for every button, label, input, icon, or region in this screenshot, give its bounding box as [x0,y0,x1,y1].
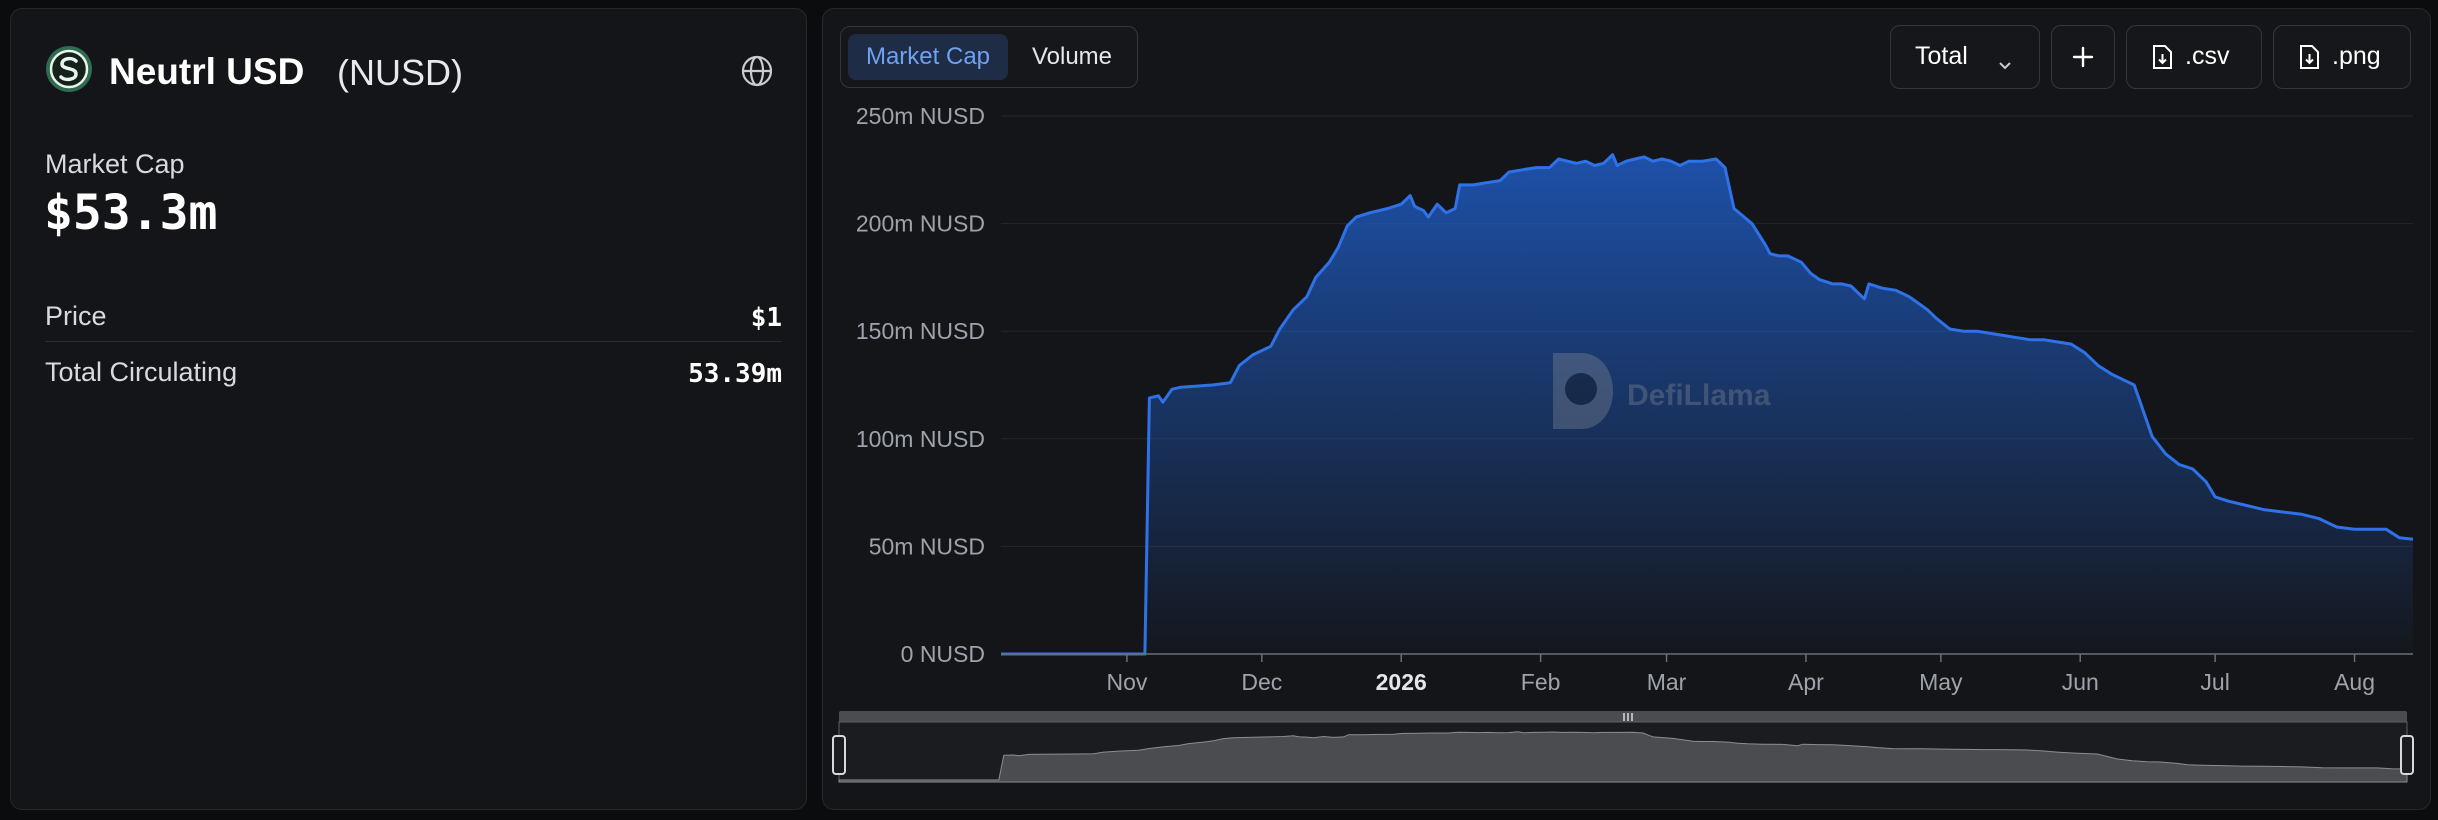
y-tick-label: 150m NUSD [856,318,985,344]
watermark-text: DefiLlama [1627,379,1771,412]
x-tick-label: Dec [1241,669,1282,695]
coin-info-panel: Neutrl USD (NUSD) Market Cap $53.3m Pric… [10,8,807,810]
neutrl-logo-icon [45,45,93,93]
price-label: Price [45,301,107,331]
globe-icon[interactable] [739,53,775,89]
coin-symbol: (NUSD) [337,52,463,93]
y-tick-label: 200m NUSD [856,211,985,237]
price-row: Price $1 [45,291,782,342]
total-circulating-label: Total Circulating [45,357,238,387]
x-tick-label: Nov [1106,669,1147,695]
y-tick-label: 250m NUSD [856,103,985,129]
y-tick-label: 100m NUSD [856,426,985,452]
market-cap-value: $53.3m [44,185,218,241]
total-circulating-value: 53.39m [688,359,782,389]
x-tick-label: Apr [1788,669,1824,695]
y-tick-label: 0 NUSD [901,641,985,667]
price-value: $1 [750,303,782,333]
x-tick-label: Mar [1647,669,1687,695]
x-tick-label: 2026 [1376,669,1427,695]
x-tick-label: Jul [2200,669,2229,695]
x-tick-label: May [1919,669,1963,695]
brush-range-handle[interactable] [832,735,846,775]
coin-name: Neutrl USD [109,51,305,92]
chart-panel: Market Cap Volume Total .csv .png 250m N… [822,8,2431,810]
x-tick-label: Feb [1521,669,1561,695]
y-tick-label: 50m NUSD [869,533,985,559]
x-tick-label: Jun [2062,669,2099,695]
x-tick-label: Aug [2334,669,2375,695]
llama-logo-icon [1553,353,1613,429]
brush-range-handle[interactable] [2400,735,2414,775]
total-circulating-row: Total Circulating 53.39m [45,347,782,397]
brush-handle-bar [839,711,2407,723]
market-cap-label: Market Cap [45,149,185,179]
defillama-watermark: DefiLlama [1545,349,1805,439]
